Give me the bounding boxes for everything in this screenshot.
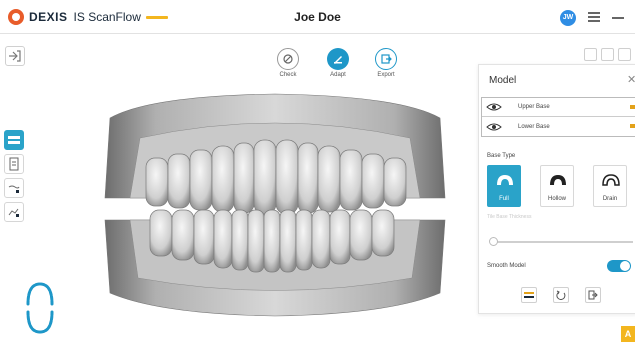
- title-bar: DEXIS IS ScanFlow Joe Doe JW: [0, 0, 635, 34]
- workflow-step-label: Check: [279, 72, 297, 78]
- check-tool-icon: [277, 48, 299, 70]
- cut-plane-icon: [8, 185, 20, 193]
- model-panel: Model ✕ Upper Base Lower Base Base Type …: [478, 64, 635, 314]
- toggle-knob: [620, 261, 630, 271]
- base-model-icon: [8, 136, 20, 144]
- arch-navigator[interactable]: [20, 280, 60, 336]
- full-base-icon: [497, 175, 513, 185]
- workflow-step-label: Adapt: [330, 72, 346, 78]
- measure-tool[interactable]: [4, 202, 24, 222]
- layer-label: Lower Base: [518, 123, 550, 130]
- slider-knob[interactable]: [489, 237, 498, 246]
- smooth-model-label: Smooth Model: [487, 263, 526, 269]
- layer-upper-base[interactable]: Upper Base: [482, 98, 635, 117]
- eye-icon[interactable]: [486, 102, 502, 112]
- corner-badge: A: [621, 326, 635, 342]
- panel-title: Model: [489, 75, 517, 86]
- thickness-slider[interactable]: [489, 237, 633, 246]
- measure-icon: [8, 208, 19, 217]
- workflow-step-export[interactable]: Export: [368, 48, 404, 78]
- drain-base-icon: [602, 174, 620, 186]
- base-model-tool[interactable]: [4, 130, 24, 150]
- exit-icon: [9, 50, 21, 62]
- minimize-icon[interactable]: [612, 17, 624, 19]
- cut-plane-tool[interactable]: [4, 178, 24, 198]
- undo-icon: [556, 290, 566, 300]
- workflow-step-label: Export: [377, 72, 395, 78]
- workflow-step-check[interactable]: Check: [270, 48, 306, 78]
- layer-list: Upper Base Lower Base: [481, 97, 635, 137]
- base-type-option-label: Hollow: [547, 196, 566, 202]
- base-type-label: Base Type: [487, 153, 516, 159]
- grid-view-icon[interactable]: [601, 48, 614, 61]
- hamburger-menu-icon[interactable]: [588, 12, 600, 22]
- base-type-hollow[interactable]: Hollow: [540, 165, 574, 207]
- document-icon: [9, 157, 19, 171]
- base-layer-button[interactable]: [521, 287, 537, 303]
- export-icon: [375, 48, 397, 70]
- base-type-full[interactable]: Full: [487, 165, 521, 207]
- export-arrow-icon: [588, 290, 598, 300]
- base-type-option-label: Drain: [602, 196, 618, 202]
- user-avatar[interactable]: JW: [560, 10, 576, 26]
- layer-color-chip: [630, 105, 635, 109]
- disabled-setting-label: Tile Base Thickness: [487, 214, 532, 220]
- exit-button[interactable]: [5, 46, 25, 66]
- document-tool[interactable]: [4, 154, 24, 174]
- apply-button[interactable]: [585, 287, 601, 303]
- workflow-step-adapt[interactable]: Adapt: [320, 48, 356, 78]
- base-layer-icon: [524, 292, 534, 298]
- left-toolbar: [4, 130, 26, 226]
- eye-icon[interactable]: [486, 122, 502, 132]
- hollow-base-icon: [550, 175, 566, 185]
- adapt-edit-icon: [327, 48, 349, 70]
- dental-3d-model[interactable]: [90, 88, 460, 320]
- layer-label: Upper Base: [518, 104, 550, 110]
- search-icon[interactable]: [584, 48, 597, 61]
- layer-lower-base[interactable]: Lower Base: [482, 117, 635, 136]
- reset-button[interactable]: [553, 287, 569, 303]
- base-type-option-label: Full: [499, 196, 509, 202]
- base-type-drain[interactable]: Drain: [593, 165, 627, 207]
- layer-color-chip: [630, 124, 635, 128]
- close-icon[interactable]: ✕: [627, 73, 635, 86]
- smooth-model-toggle[interactable]: [607, 260, 631, 272]
- layout-icon[interactable]: [618, 48, 631, 61]
- patient-name: Joe Doe: [294, 10, 341, 24]
